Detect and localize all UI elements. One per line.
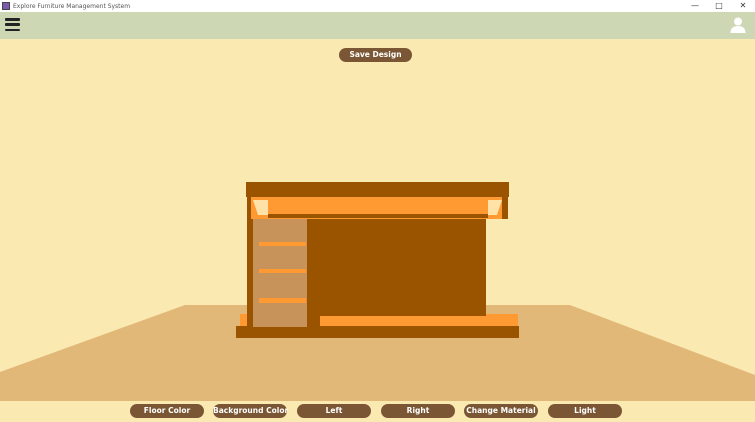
wall-unit-furniture[interactable] (236, 182, 519, 338)
maximize-button[interactable]: □ (707, 0, 731, 12)
close-button[interactable]: ✕ (731, 0, 755, 12)
shelf (259, 242, 306, 246)
back-panel (318, 219, 486, 316)
shelf (259, 298, 306, 303)
base-front-edge (236, 326, 519, 338)
light-button[interactable]: Light (548, 404, 622, 418)
rotate-left-button[interactable]: Left (297, 404, 371, 418)
window-titlebar: Explore Furniture Management System — □ … (0, 0, 755, 12)
top-slab (246, 182, 509, 197)
divider (307, 217, 320, 329)
window-title: Explore Furniture Management System (13, 2, 131, 10)
user-account-icon[interactable] (729, 16, 747, 34)
minimize-button[interactable]: — (683, 0, 707, 12)
window-controls: — □ ✕ (683, 0, 755, 12)
app-icon (2, 2, 10, 10)
shelf (259, 269, 306, 273)
floor-color-button[interactable]: Floor Color (130, 404, 204, 418)
hamburger-menu-icon[interactable] (5, 18, 20, 31)
change-material-button[interactable]: Change Material (464, 404, 538, 418)
design-canvas[interactable] (0, 39, 755, 401)
save-design-button[interactable]: Save Design (339, 48, 412, 62)
top-rail (268, 214, 488, 218)
right-side-frame (502, 196, 508, 219)
background-color-button[interactable]: Background Color (213, 404, 288, 418)
rotate-right-button[interactable]: Right (381, 404, 455, 418)
app-header (0, 12, 755, 39)
